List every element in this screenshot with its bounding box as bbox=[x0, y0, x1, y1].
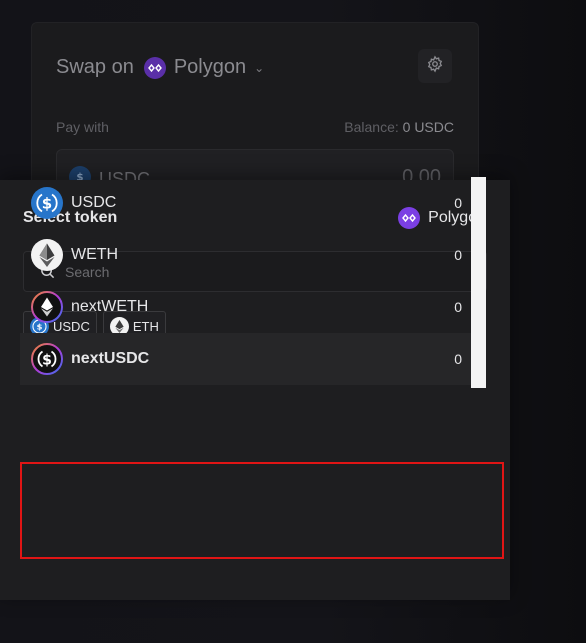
token-name: nextWETH bbox=[71, 298, 149, 315]
svg-text:$: $ bbox=[42, 195, 52, 213]
usdc-icon: $ bbox=[31, 187, 63, 219]
swap-header: Swap on Polygon ⌄ bbox=[56, 56, 264, 79]
next-weth-icon bbox=[31, 291, 63, 323]
balance-value: 0 USDC bbox=[402, 119, 454, 135]
polygon-icon bbox=[143, 56, 166, 79]
gear-icon bbox=[426, 55, 444, 78]
next-usdc-icon: $ bbox=[31, 343, 63, 375]
token-balance: 0 bbox=[454, 195, 462, 211]
pay-with-label: Pay with bbox=[56, 119, 109, 135]
token-name: nextUSDC bbox=[71, 350, 150, 367]
settings-button[interactable] bbox=[418, 49, 452, 83]
token-row-nextweth[interactable]: nextWETH 0 bbox=[20, 281, 472, 333]
balance-readout: Balance: 0 USDC bbox=[344, 119, 454, 135]
token-balance: 0 bbox=[454, 351, 462, 367]
token-row-usdc[interactable]: $ USDC 0 bbox=[20, 177, 472, 229]
token-name: WETH bbox=[71, 246, 119, 263]
token-list-scrollbar[interactable] bbox=[471, 177, 486, 388]
token-list: $ USDC 0 WETH 0 nextWETH 0 $ nextUSDC 0 bbox=[20, 177, 472, 385]
token-balance: 0 bbox=[454, 299, 462, 315]
network-selector[interactable]: Polygon ⌄ bbox=[143, 56, 265, 79]
app-stage: Swap on Polygon ⌄ Pay with Balance: 0 US… bbox=[0, 0, 586, 643]
chevron-down-icon: ⌄ bbox=[254, 60, 265, 75]
network-name: Polygon bbox=[173, 56, 247, 78]
weth-icon bbox=[31, 239, 63, 271]
token-row-nextusdc[interactable]: $ nextUSDC 0 bbox=[20, 333, 472, 385]
balance-label: Balance: bbox=[344, 119, 399, 135]
token-name: USDC bbox=[71, 194, 117, 211]
svg-text:$: $ bbox=[42, 353, 52, 369]
token-row-weth[interactable]: WETH 0 bbox=[20, 229, 472, 281]
token-balance: 0 bbox=[454, 247, 462, 263]
swap-title: Swap on bbox=[56, 56, 134, 78]
